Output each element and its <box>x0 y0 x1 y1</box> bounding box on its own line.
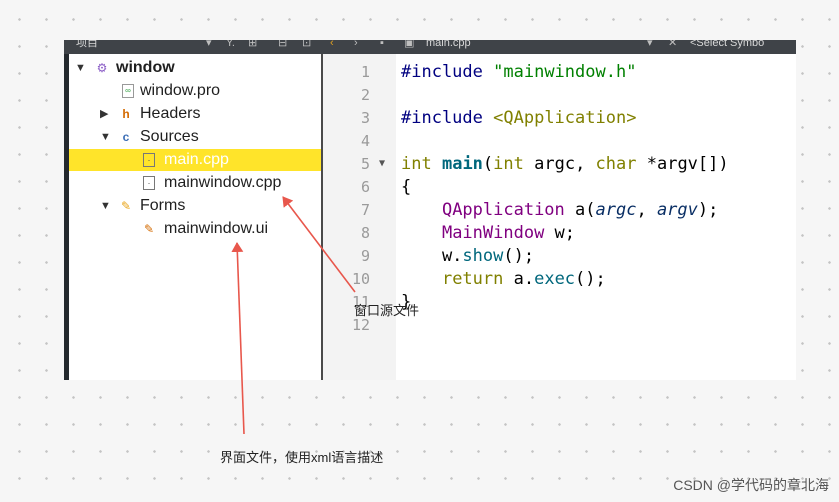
annotation-window-source: 窗口源文件 <box>354 303 420 318</box>
annotation-ui-file: 界面文件，使用xml语言描述 <box>220 450 384 465</box>
watermark: CSDN @学代码的章北海 <box>673 477 829 493</box>
arrow-to-mainwindow-cpp <box>282 196 356 293</box>
annotation-arrows <box>231 196 356 435</box>
arrow-to-mainwindow-ui <box>231 242 245 435</box>
